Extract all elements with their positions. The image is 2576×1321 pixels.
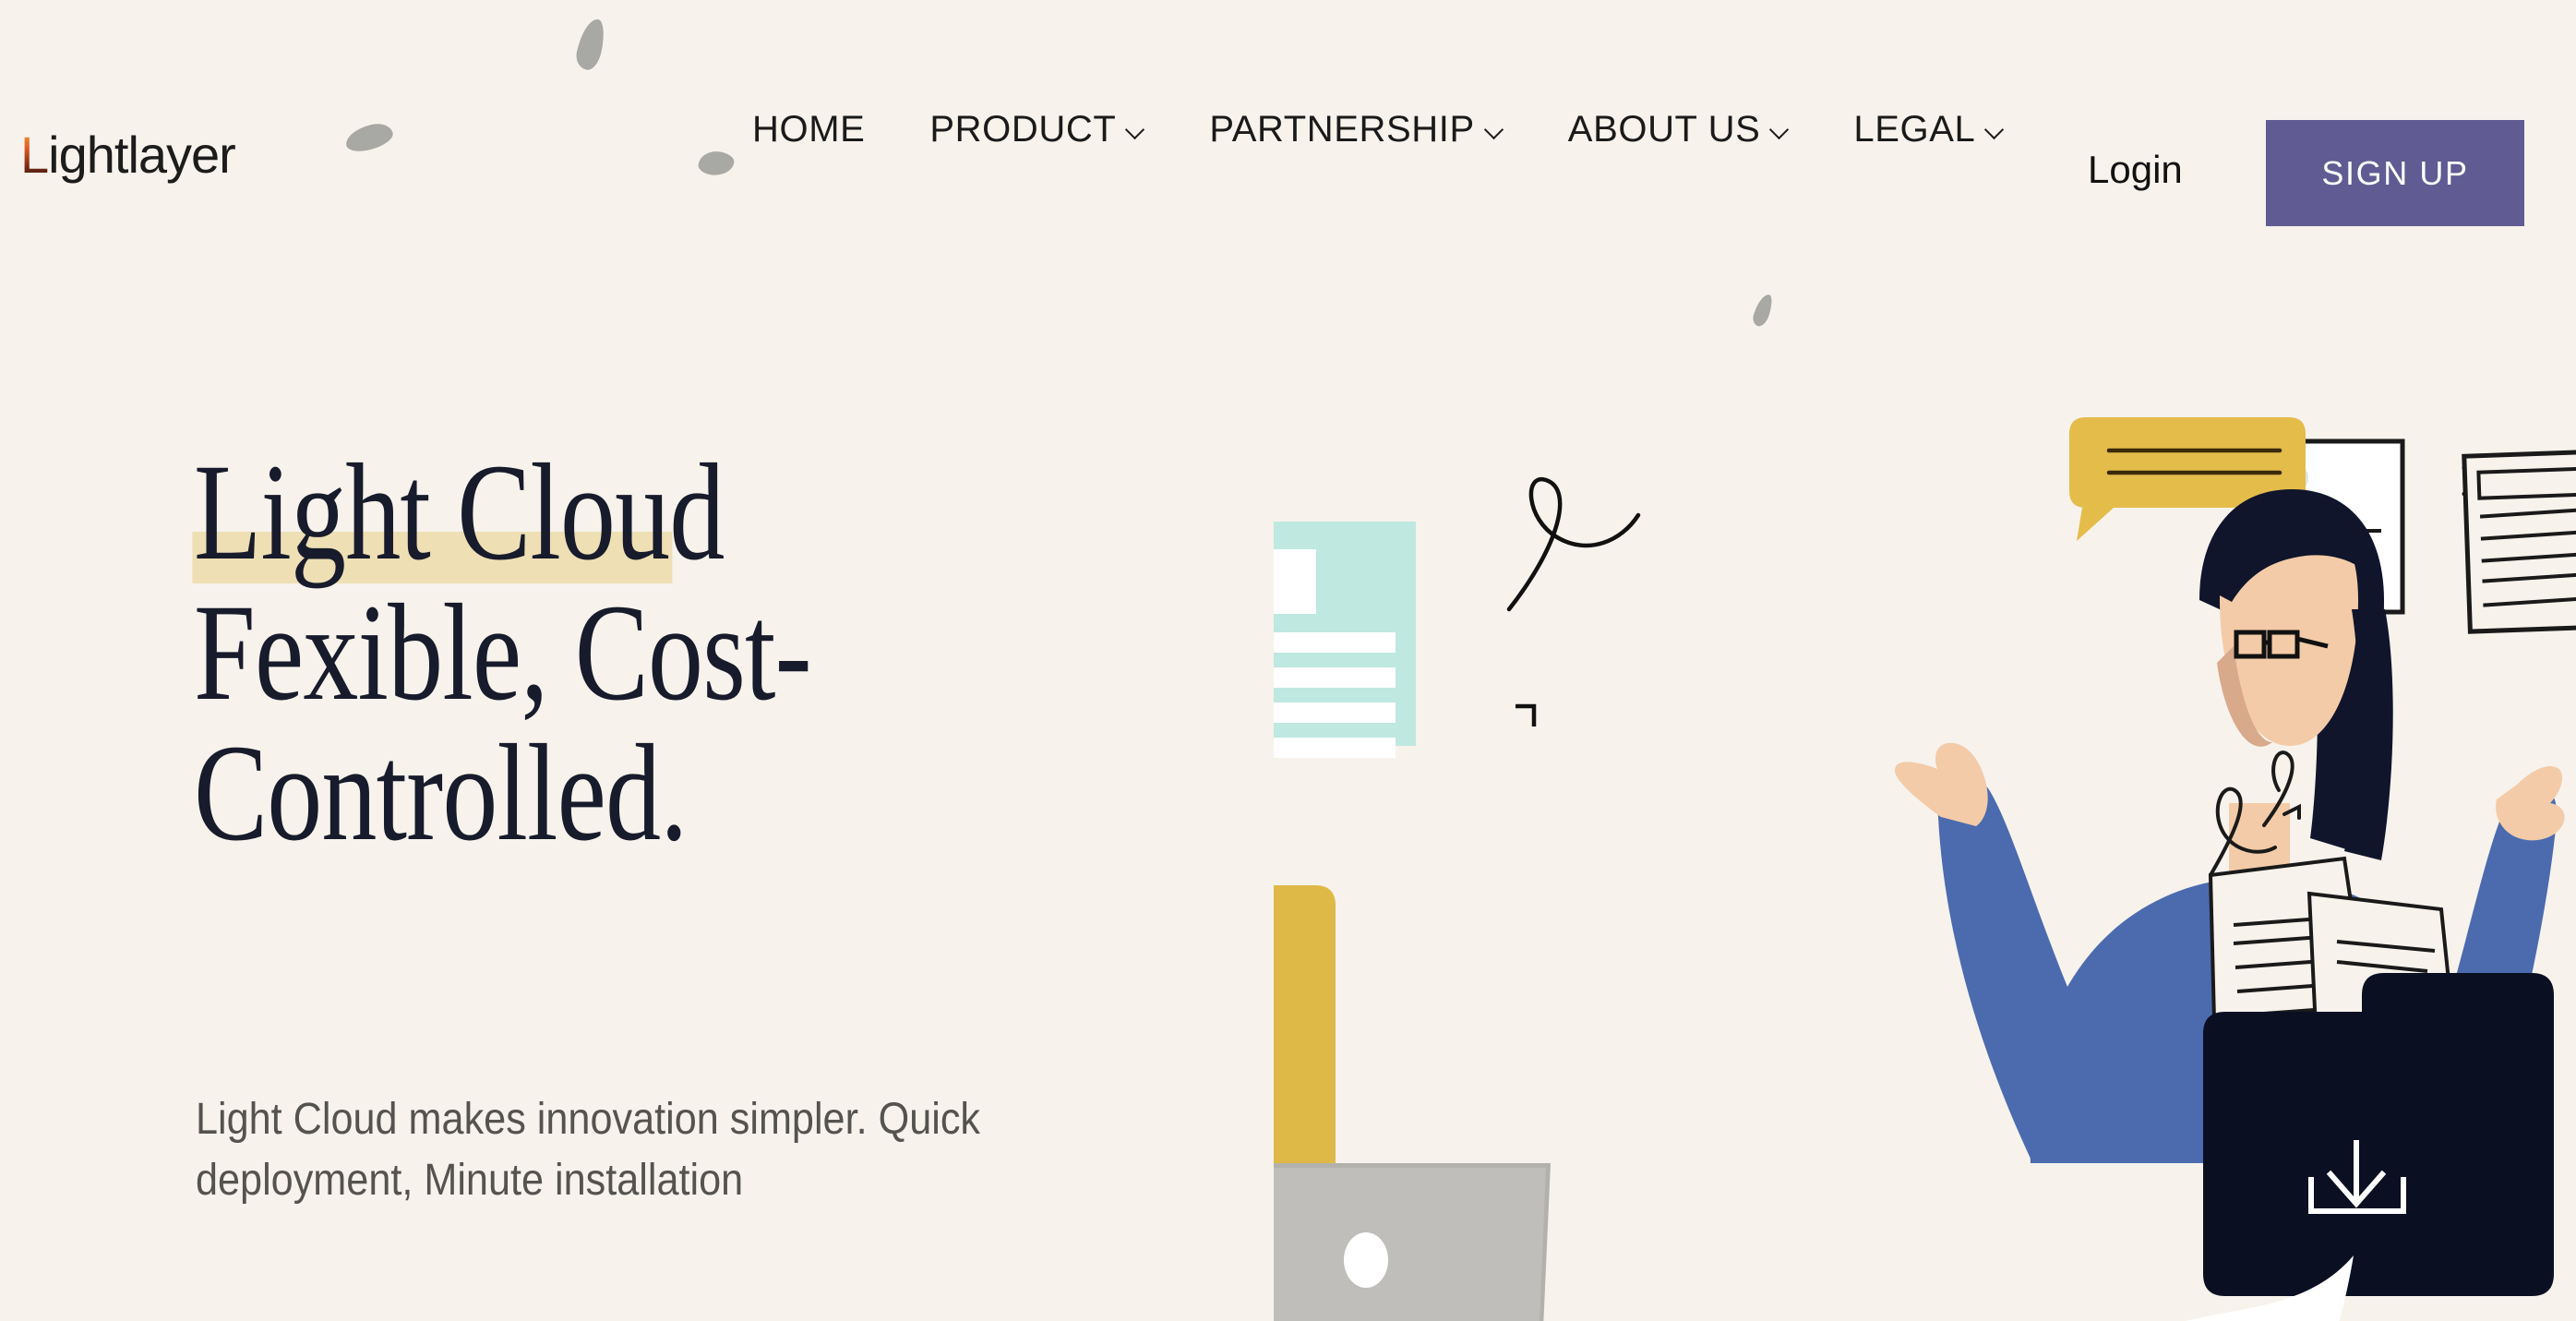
nav-label: PRODUCT — [929, 109, 1117, 150]
nav-item-about-us[interactable]: ABOUT US — [1536, 109, 1822, 150]
nav-item-home[interactable]: HOME — [720, 109, 897, 150]
nav-label: HOME — [752, 109, 866, 150]
headline-line-2: Fexible, Cost- — [194, 583, 1065, 724]
main-navigation: HOME PRODUCT PARTNERSHIP ABOUT US LEGAL — [720, 109, 2036, 150]
pointing-hand — [1894, 742, 1988, 826]
headline-line-1: Light Cloud — [192, 443, 1065, 583]
chevron-down-icon — [1485, 121, 1504, 139]
laptop — [1274, 1163, 1551, 1321]
corner-tick-mark — [1516, 703, 1537, 727]
sign-up-button[interactable]: SIGN UP — [2266, 120, 2524, 226]
headline-text: Fexible, Cost- — [194, 576, 812, 729]
logo-first-letter: L — [20, 126, 49, 184]
chevron-down-icon — [1985, 121, 2004, 139]
headline-text: Light Cloud — [194, 436, 725, 589]
page-title: Light Cloud Fexible, Cost- Controlled. — [192, 443, 1065, 864]
chevron-down-icon — [1126, 121, 1144, 139]
logo-wordmark: ightlayer — [48, 126, 236, 184]
illustration-svg — [1274, 417, 2576, 1321]
mint-document — [1274, 522, 1416, 758]
hero-section: Light Cloud Fexible, Cost- Controlled. — [192, 443, 1283, 864]
laptop-logo — [1344, 1232, 1388, 1288]
login-link[interactable]: Login — [2088, 148, 2183, 192]
squiggle-doodle — [1506, 476, 1641, 612]
hero-subtitle: Light Cloud makes innovation simpler. Qu… — [196, 1095, 981, 1206]
brand-logo[interactable]: Lightlayer — [20, 126, 236, 184]
headline-text: Controlled. — [194, 716, 688, 870]
site-header: Lightlayer HOME PRODUCT PARTNERSHIP ABOU… — [0, 0, 2576, 226]
nav-item-product[interactable]: PRODUCT — [897, 109, 1177, 150]
nav-label: ABOUT US — [1567, 109, 1761, 150]
chevron-down-icon — [1770, 121, 1789, 139]
nav-label: PARTNERSHIP — [1209, 109, 1475, 150]
headline-line-3: Controlled. — [194, 724, 1065, 864]
landing-page: Lightlayer HOME PRODUCT PARTNERSHIP ABOU… — [0, 0, 2576, 1321]
nav-item-legal[interactable]: LEGAL — [1821, 109, 2036, 150]
ruled-document — [2462, 449, 2576, 634]
hero-illustration — [1274, 212, 2576, 1321]
nav-label: LEGAL — [1853, 109, 1976, 150]
nav-item-partnership[interactable]: PARTNERSHIP — [1177, 109, 1535, 150]
